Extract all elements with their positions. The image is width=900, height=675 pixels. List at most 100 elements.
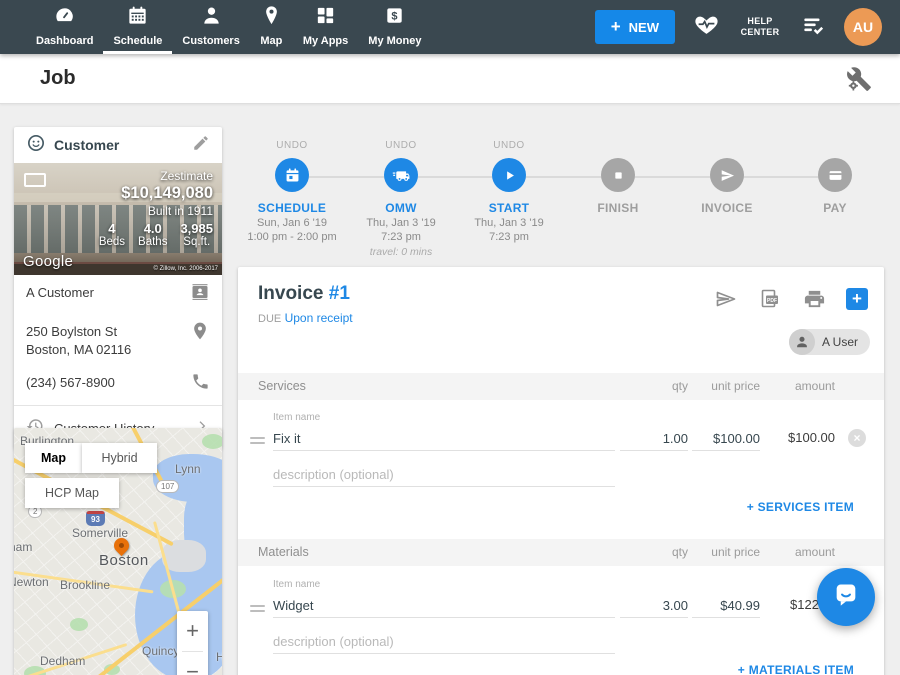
pdf-icon[interactable]: PDF bbox=[758, 287, 782, 311]
step-start: UNDO START Thu, Jan 3 '197:23 pm bbox=[451, 140, 567, 245]
invoice-step-button[interactable] bbox=[710, 158, 744, 192]
material-description-input[interactable] bbox=[273, 630, 615, 654]
property-stats: 4Beds 4.0Baths 3,985Sq.ft. bbox=[99, 221, 213, 248]
nav-item-dashboard[interactable]: Dashboard bbox=[26, 0, 103, 54]
undo-omw-button[interactable]: UNDO bbox=[343, 140, 459, 152]
map-type-button-hcp[interactable]: HCP Map bbox=[25, 478, 119, 508]
job-settings-wrench-icon[interactable] bbox=[846, 66, 872, 97]
add-services-item-link[interactable]: + SERVICES ITEM bbox=[747, 500, 854, 514]
streetview-frame-icon[interactable] bbox=[24, 173, 46, 187]
dashboard-gauge-icon bbox=[53, 4, 76, 32]
map-park bbox=[70, 618, 88, 631]
schedule-step-button[interactable] bbox=[275, 158, 309, 192]
omw-step-button[interactable] bbox=[384, 158, 418, 192]
step-date-line1: Thu, Jan 3 '19 bbox=[474, 217, 543, 229]
map-place-label: Dedham bbox=[40, 654, 85, 668]
map-card[interactable]: Burlington Lynn Somerville Boston ham Ne… bbox=[14, 428, 222, 675]
materials-section-label: Materials bbox=[258, 545, 309, 559]
assigned-user-name: A User bbox=[822, 335, 858, 349]
invoice-due: DUE Upon receipt bbox=[258, 311, 353, 325]
item-name-label: Item name bbox=[273, 579, 320, 590]
nav-label: Schedule bbox=[113, 35, 162, 47]
amount-column-header: amount bbox=[795, 379, 835, 393]
nav-item-schedule[interactable]: Schedule bbox=[103, 0, 172, 54]
zoom-out-button[interactable]: − bbox=[177, 652, 208, 675]
step-finish: FINISH bbox=[560, 140, 676, 215]
phone-icon[interactable] bbox=[191, 372, 210, 396]
step-label: INVOICE bbox=[669, 201, 785, 215]
user-avatar[interactable]: AU bbox=[844, 8, 882, 46]
step-date-line2: 7:23 pm bbox=[381, 231, 421, 243]
location-pin-icon[interactable] bbox=[190, 321, 210, 346]
job-header-bar: Job bbox=[0, 54, 900, 104]
baths-label: Baths bbox=[138, 236, 167, 248]
materials-header-band: Materials qty unit price amount bbox=[238, 539, 884, 566]
zillow-attribution: © Zillow, Inc. 2006-2017 bbox=[154, 266, 218, 272]
drag-handle[interactable] bbox=[250, 437, 265, 447]
map-place-label: Brookline bbox=[60, 578, 110, 592]
chat-launcher-button[interactable] bbox=[817, 568, 875, 626]
nav-label: Map bbox=[260, 35, 282, 47]
nav-label: My Money bbox=[368, 35, 421, 47]
edit-pencil-icon[interactable] bbox=[192, 134, 210, 157]
unit-price-column-header: unit price bbox=[711, 545, 760, 559]
travel-time-note: travel: 0 mins bbox=[343, 246, 459, 258]
start-step-button[interactable] bbox=[492, 158, 526, 192]
service-unit-price-input[interactable] bbox=[692, 427, 760, 451]
new-button[interactable]: + NEW bbox=[595, 10, 675, 44]
step-label: SCHEDULE bbox=[234, 201, 350, 215]
money-dollar-icon: $ bbox=[383, 4, 406, 32]
finish-step-button[interactable] bbox=[601, 158, 635, 192]
activity-checklist-icon[interactable] bbox=[800, 12, 826, 43]
google-watermark: Google bbox=[23, 253, 73, 270]
amount-column-header: amount bbox=[795, 545, 835, 559]
map-place-label: ham bbox=[14, 540, 32, 554]
zestimate-label: Zestimate bbox=[99, 169, 213, 183]
remove-item-button[interactable]: × bbox=[848, 429, 866, 447]
qty-column-header: qty bbox=[672, 379, 688, 393]
undo-start-button[interactable]: UNDO bbox=[451, 140, 567, 152]
map-zoom-control: + − bbox=[177, 611, 208, 675]
nav-item-my-money[interactable]: $ My Money bbox=[358, 0, 431, 54]
material-unit-price-input[interactable] bbox=[692, 594, 760, 618]
add-materials-item-link[interactable]: + MATERIALS ITEM bbox=[738, 663, 854, 675]
step-pay: PAY bbox=[777, 140, 893, 215]
map-place-label: Hi bbox=[216, 650, 222, 664]
pay-step-button[interactable] bbox=[818, 158, 852, 192]
customer-phone-row: (234) 567-8900 bbox=[14, 365, 222, 403]
new-button-label: NEW bbox=[629, 20, 659, 35]
nav-item-my-apps[interactable]: My Apps bbox=[293, 0, 358, 54]
customer-name: A Customer bbox=[26, 282, 182, 302]
service-description-input[interactable] bbox=[273, 463, 615, 487]
due-value-link[interactable]: Upon receipt bbox=[285, 311, 353, 325]
send-invoice-icon[interactable] bbox=[714, 287, 738, 311]
print-icon[interactable] bbox=[802, 287, 826, 311]
interstate-shield: 93 bbox=[86, 511, 105, 526]
material-qty-input[interactable] bbox=[620, 594, 688, 618]
add-invoice-button[interactable]: + bbox=[846, 288, 868, 310]
step-invoice: INVOICE bbox=[669, 140, 785, 215]
nav-item-customers[interactable]: Customers bbox=[172, 0, 249, 54]
qty-column-header: qty bbox=[672, 545, 688, 559]
due-label: DUE bbox=[258, 313, 281, 325]
undo-spacer bbox=[777, 140, 893, 152]
customer-address: 250 Boylston StBoston, MA 02116 bbox=[26, 321, 182, 358]
assigned-user-chip[interactable]: A User bbox=[789, 329, 870, 355]
undo-schedule-button[interactable]: UNDO bbox=[234, 140, 350, 152]
material-item-name-input[interactable] bbox=[273, 594, 615, 618]
service-qty-input[interactable] bbox=[620, 427, 688, 451]
service-item-name-input[interactable] bbox=[273, 427, 615, 451]
service-amount: $100.00 bbox=[788, 430, 835, 445]
health-heart-icon[interactable] bbox=[693, 11, 720, 43]
help-center-link[interactable]: HELP CENTER bbox=[738, 16, 782, 38]
services-header-band: Services qty unit price amount bbox=[238, 373, 884, 400]
map-place-label: Quincy bbox=[142, 644, 179, 658]
step-label: PAY bbox=[777, 201, 893, 215]
map-type-button-hybrid[interactable]: Hybrid bbox=[82, 443, 157, 473]
drag-handle[interactable] bbox=[250, 605, 265, 615]
property-photo[interactable]: Zestimate $10,149,080 Built in 1911 4Bed… bbox=[14, 163, 222, 275]
zoom-in-button[interactable]: + bbox=[177, 611, 208, 651]
nav-item-map[interactable]: Map bbox=[250, 0, 293, 54]
step-date-line2: 7:23 pm bbox=[489, 231, 529, 243]
map-type-button-map[interactable]: Map bbox=[25, 443, 82, 473]
